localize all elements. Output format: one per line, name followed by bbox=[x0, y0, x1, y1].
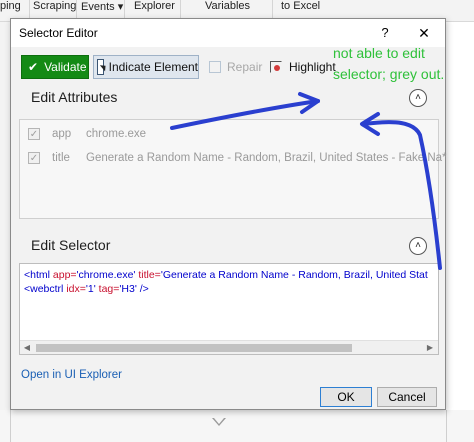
ok-button[interactable]: OK bbox=[320, 387, 372, 407]
open-in-ui-explorer-link[interactable]: Open in UI Explorer bbox=[21, 369, 122, 381]
edit-attributes-title: Edit Attributes bbox=[31, 89, 118, 105]
attribute-name: title bbox=[52, 152, 70, 164]
annotation-line-1: not able to edit bbox=[333, 45, 425, 61]
cancel-button[interactable]: Cancel bbox=[377, 387, 437, 407]
selector-attr: title= bbox=[138, 269, 161, 281]
attribute-title-checkbox[interactable]: ✓ bbox=[28, 152, 40, 164]
selector-attr: idx= bbox=[66, 283, 86, 295]
attribute-row-title: ✓ title Generate a Random Name - Random,… bbox=[28, 150, 447, 166]
attribute-value: chrome.exe bbox=[86, 128, 147, 140]
selector-attr: tag= bbox=[98, 283, 120, 295]
background-panel-strip bbox=[0, 22, 10, 442]
background-divider bbox=[10, 410, 11, 442]
selector-tag-close: /> bbox=[136, 283, 149, 295]
scrollbar-thumb[interactable] bbox=[36, 344, 352, 352]
edit-selector-title: Edit Selector bbox=[31, 237, 111, 253]
chevron-down-icon: ▾ bbox=[117, 1, 124, 13]
annotation-line-2: selector; grey out. bbox=[333, 66, 445, 82]
checkmark-icon: ✔ bbox=[28, 60, 39, 74]
background-canvas bbox=[0, 410, 474, 442]
repair-label: Repair bbox=[227, 60, 263, 74]
indicate-element-label: Indicate Element bbox=[108, 60, 198, 74]
help-button[interactable]: ? bbox=[375, 23, 395, 43]
scroll-left-icon[interactable]: ◀ bbox=[22, 343, 32, 353]
background-divider bbox=[446, 410, 447, 442]
collapse-selector-button[interactable]: ˄ bbox=[409, 237, 427, 255]
selector-tag: <html bbox=[24, 269, 53, 281]
selector-line-2: <webctrl idx='1' tag='H3' /> bbox=[24, 283, 149, 295]
selector-line-1: <html app='chrome.exe' title='Generate a… bbox=[24, 269, 428, 281]
selector-editor-textbox[interactable]: <html app='chrome.exe' title='Generate a… bbox=[19, 263, 439, 355]
dialog-titlebar[interactable]: Selector Editor ? ✕ bbox=[11, 19, 445, 47]
selector-attr: app= bbox=[52, 269, 77, 281]
validate-label: Validate bbox=[44, 60, 87, 74]
flow-connector-inner bbox=[214, 418, 224, 424]
ribbon-events-label: Events bbox=[81, 1, 115, 13]
attributes-list: ✓ app chrome.exe ✓ title Generate a Rand… bbox=[19, 119, 447, 219]
collapse-attributes-button[interactable]: ˄ bbox=[409, 89, 427, 107]
attribute-value: Generate a Random Name - Random, Brazil,… bbox=[86, 152, 447, 164]
selector-tag: <webctrl bbox=[24, 283, 67, 295]
attribute-name: app bbox=[52, 128, 72, 140]
dialog-title: Selector Editor bbox=[19, 26, 98, 40]
repair-icon bbox=[209, 61, 221, 73]
horizontal-scrollbar[interactable]: ◀ ▶ bbox=[20, 340, 438, 354]
highlight-label: Highlight bbox=[289, 60, 336, 74]
attribute-row-app: ✓ app chrome.exe bbox=[28, 126, 146, 142]
selector-value: 'H3' bbox=[119, 283, 137, 295]
selector-value: 'Generate a Random Name - Random, Brazil… bbox=[160, 269, 428, 281]
selector-value: '1' bbox=[85, 283, 96, 295]
attribute-app-checkbox[interactable]: ✓ bbox=[28, 128, 40, 140]
indicate-element-button[interactable]: Indicate Element bbox=[93, 55, 199, 79]
repair-button[interactable]: Repair bbox=[205, 55, 265, 79]
scroll-right-icon[interactable]: ▶ bbox=[425, 343, 435, 353]
highlight-icon bbox=[269, 60, 283, 74]
pointer-target-icon bbox=[97, 59, 104, 75]
selector-value: 'chrome.exe' bbox=[76, 269, 136, 281]
close-button[interactable]: ✕ bbox=[411, 23, 437, 43]
validate-button[interactable]: ✔ Validate bbox=[21, 55, 89, 79]
